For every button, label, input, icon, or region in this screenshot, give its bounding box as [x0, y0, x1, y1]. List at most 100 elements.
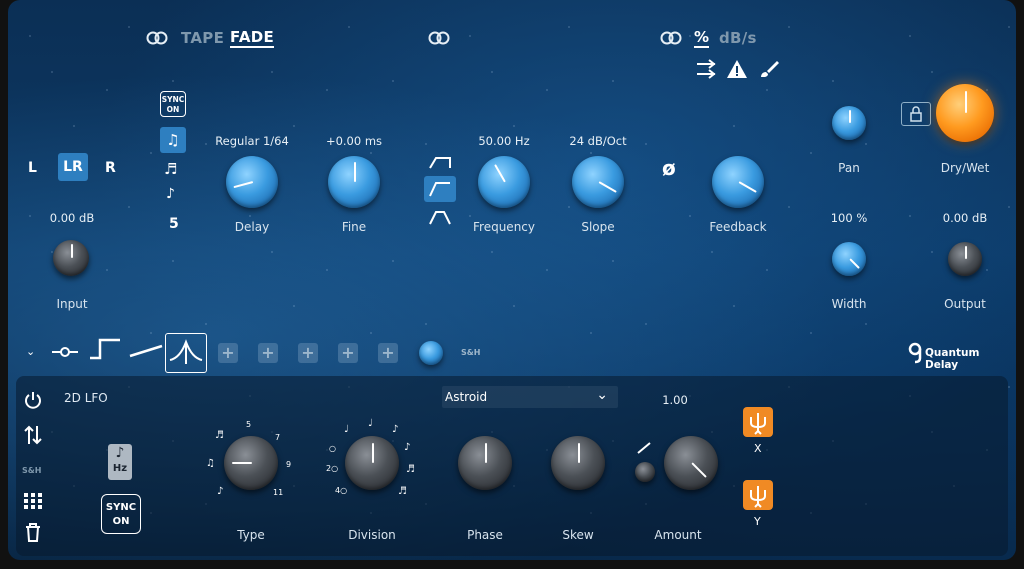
type-tick: 5 [246, 420, 252, 429]
link-icon[interactable] [660, 30, 682, 46]
note-eighth-icon[interactable]: ♫ [160, 127, 186, 153]
channel-l-button[interactable]: L [28, 160, 37, 176]
sync-on-text: SYNC [161, 95, 185, 104]
skew-label: Skew [562, 528, 594, 542]
lowpass-filter-icon[interactable] [426, 208, 454, 228]
skew-knob[interactable] [551, 436, 605, 490]
add-mod-slot-button[interactable]: + [378, 343, 398, 363]
routing-icon[interactable] [695, 58, 721, 80]
add-mod-slot-button[interactable]: + [298, 343, 318, 363]
amount-knob[interactable] [664, 436, 718, 490]
swap-icon[interactable] [23, 424, 43, 446]
phase-knob[interactable] [458, 436, 512, 490]
note-triplet-icon[interactable]: ♬ [164, 160, 177, 178]
note-icon: ♩ [344, 424, 349, 435]
note-icon: ♪ [115, 445, 125, 461]
note-icon: ♩ [368, 418, 373, 429]
frequency-value: 50.00 Hz [478, 134, 530, 148]
mod-depth-knob[interactable] [419, 341, 443, 365]
channel-r-button[interactable]: R [105, 160, 116, 176]
add-mod-slot-button[interactable]: + [218, 343, 238, 363]
division-knob[interactable] [345, 436, 399, 490]
dbs-unit-label[interactable]: dB/s [719, 29, 757, 47]
power-icon[interactable] [23, 390, 43, 410]
link-icon[interactable] [428, 30, 450, 46]
width-value: 100 % [830, 211, 868, 225]
hz-label: Hz [112, 463, 128, 474]
fine-label: Fine [341, 220, 367, 234]
bandpass-filter-icon[interactable] [424, 176, 456, 202]
fine-knob[interactable] [328, 156, 380, 208]
lfo-shape-value: Astroid [445, 390, 488, 404]
chevron-down-icon: ⌄ [596, 387, 608, 403]
tape-mode-label[interactable]: TAPE [181, 29, 224, 47]
pan-label: Pan [838, 161, 860, 175]
hz-toggle-button[interactable]: ♪ Hz [108, 444, 132, 480]
plugin-window: TAPE FADE % dB/s L LR R 0.00 dB Input SY… [8, 0, 1016, 560]
step-shape-icon[interactable] [88, 336, 122, 362]
slope-label: Slope [581, 220, 615, 234]
add-mod-slot-button[interactable]: + [258, 343, 278, 363]
lock-icon[interactable] [901, 102, 931, 126]
percent-unit-label[interactable]: % [694, 29, 710, 48]
phase-label: Phase [467, 528, 503, 542]
amount-mini-knob[interactable] [635, 462, 655, 482]
fade-mode-label[interactable]: FADE [230, 29, 275, 48]
amount-mod-line-icon [635, 440, 653, 456]
width-knob[interactable] [832, 242, 866, 276]
frequency-knob[interactable] [478, 156, 530, 208]
grid-icon[interactable] [23, 492, 43, 510]
feedback-label: Feedback [709, 220, 767, 234]
trash-icon[interactable] [24, 522, 42, 542]
type-tick: 9 [286, 460, 292, 469]
input-label: Input [56, 297, 88, 311]
channel-lr-button[interactable]: LR [58, 153, 88, 181]
slope-knob[interactable] [572, 156, 624, 208]
division-tick: ○ [329, 444, 336, 453]
chevron-down-icon[interactable]: ⌄ [26, 345, 35, 358]
note-icon: ♪ [217, 486, 224, 497]
width-label: Width [831, 297, 867, 311]
lfo-sh-label[interactable]: S&H [22, 466, 41, 475]
slope-value: 24 dB/Oct [569, 134, 627, 148]
link-icon[interactable] [146, 30, 168, 46]
sh-label[interactable]: S&H [461, 348, 480, 357]
drywet-label: Dry/Wet [940, 161, 990, 175]
delay-knob[interactable] [226, 156, 278, 208]
type-label: Type [237, 528, 265, 542]
warning-icon[interactable] [726, 58, 748, 80]
input-knob[interactable] [53, 240, 89, 276]
lfo-title: 2D LFO [64, 391, 108, 405]
note-count-value[interactable]: 5 [169, 216, 179, 232]
sync-text: SYNC [105, 502, 137, 513]
note-dotted-icon[interactable]: ♪ [166, 186, 175, 202]
note-icon: ♪ [404, 442, 411, 453]
sync-text: ON [112, 516, 130, 527]
delay-label: Delay [234, 220, 270, 234]
output-knob[interactable] [948, 242, 982, 276]
lfo-shape-dropdown[interactable]: Astroid ⌄ [442, 386, 618, 408]
x-target-button[interactable] [743, 407, 773, 437]
pan-knob[interactable] [832, 106, 866, 140]
brush-icon[interactable] [758, 58, 780, 80]
y-target-button[interactable] [743, 480, 773, 510]
ramp-shape-icon[interactable] [128, 338, 164, 360]
amount-label: Amount [654, 528, 702, 542]
brand-logo-icon [908, 342, 922, 364]
highpass-filter-icon[interactable] [426, 152, 454, 172]
type-knob[interactable] [224, 436, 278, 490]
feedback-knob[interactable] [712, 156, 764, 208]
division-tick: 2○ [326, 464, 339, 473]
mod-source-icon[interactable] [50, 344, 80, 360]
phase-invert-button[interactable]: ø [662, 156, 676, 180]
fine-value: +0.00 ms [325, 134, 383, 148]
sync-on-button[interactable]: SYNC ON [160, 91, 186, 117]
drywet-knob[interactable] [936, 84, 994, 142]
input-value: 0.00 dB [49, 211, 95, 225]
division-tick: 4○ [335, 486, 348, 495]
add-mod-slot-button[interactable]: + [338, 343, 358, 363]
lfo-sync-on-button[interactable]: SYNC ON [101, 494, 141, 534]
note-icon: ♬ [398, 486, 407, 497]
note-icon: ♬ [215, 430, 224, 441]
split-shape-icon[interactable] [165, 333, 207, 373]
